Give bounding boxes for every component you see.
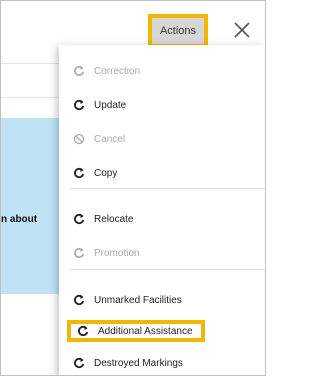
menu-item-correction: Correction [73,61,140,81]
background-divider [1,97,61,98]
redo-icon [78,325,89,337]
menu-item-relocate[interactable]: Relocate [73,209,133,229]
redo-icon [74,294,85,306]
window: Actions n about Correction Update Cancel… [0,0,266,376]
menu-item-label: Correction [94,65,141,77]
redo-icon [74,167,85,179]
redo-icon [74,66,84,76]
redo-icon [74,357,85,369]
menu-item-copy[interactable]: Copy [73,163,117,183]
menu-item-label: Unmarked Facilities [94,294,182,306]
actions-dropdown-menu: Correction Update Cancel Copy Relocate P… [59,45,265,375]
menu-item-label: Cancel [94,133,126,145]
menu-item-destroyed-markings[interactable]: Destroyed Markings [73,353,183,373]
menu-item-update[interactable]: Update [73,95,126,115]
menu-item-label: Destroyed Markings [94,357,183,369]
menu-item-promotion: Promotion [73,243,140,263]
background-panel-text: n about [1,214,38,225]
menu-separator [69,269,265,270]
close-icon[interactable] [227,15,257,45]
menu-item-unmarked-facilities[interactable]: Unmarked Facilities [73,290,182,310]
menu-separator [69,188,265,189]
menu-item-label: Additional Assistance [98,325,193,337]
menu-item-label: Update [94,99,127,111]
menu-item-additional-assistance[interactable]: Additional Assistance [67,320,205,342]
redo-icon [74,99,85,111]
menu-item-cancel: Cancel [73,129,125,149]
redo-icon [74,248,84,258]
actions-button[interactable]: Actions [148,14,208,48]
menu-item-label: Promotion [94,247,140,259]
menu-item-label: Copy [94,167,118,179]
redo-icon [74,213,85,225]
background-info-panel [1,118,61,294]
cancel-icon [73,133,85,145]
menu-item-label: Relocate [94,213,134,225]
